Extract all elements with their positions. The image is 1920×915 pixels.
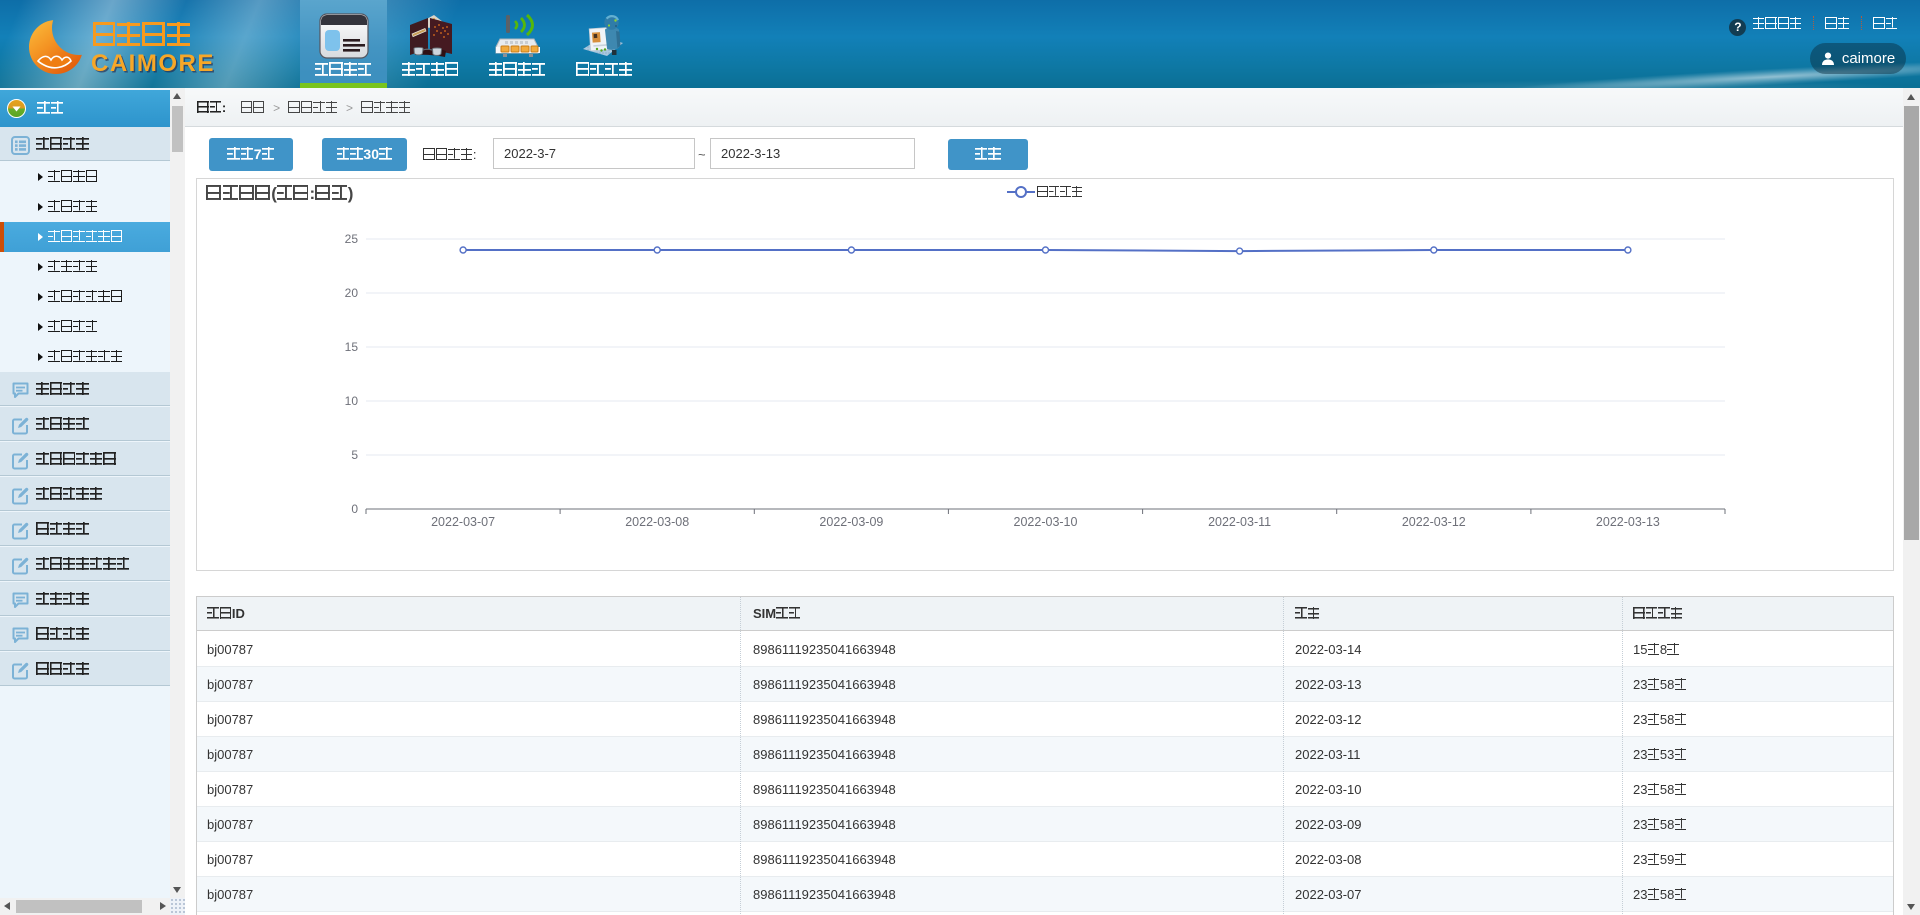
svg-text:15: 15 bbox=[345, 340, 359, 354]
svg-text:20: 20 bbox=[345, 286, 359, 300]
svg-text:2022-03-13: 2022-03-13 bbox=[1596, 515, 1660, 529]
svg-text:2022-03-08: 2022-03-08 bbox=[625, 515, 689, 529]
svg-text:10: 10 bbox=[345, 394, 359, 408]
svg-text:2022-03-11: 2022-03-11 bbox=[1208, 515, 1271, 529]
svg-text:2022-03-10: 2022-03-10 bbox=[1014, 515, 1078, 529]
svg-text:2022-03-09: 2022-03-09 bbox=[819, 515, 883, 529]
svg-text:2022-03-07: 2022-03-07 bbox=[431, 515, 495, 529]
svg-text:5: 5 bbox=[351, 448, 358, 462]
svg-text:25: 25 bbox=[345, 232, 359, 246]
svg-text:0: 0 bbox=[351, 502, 358, 516]
svg-text:2022-03-12: 2022-03-12 bbox=[1402, 515, 1466, 529]
